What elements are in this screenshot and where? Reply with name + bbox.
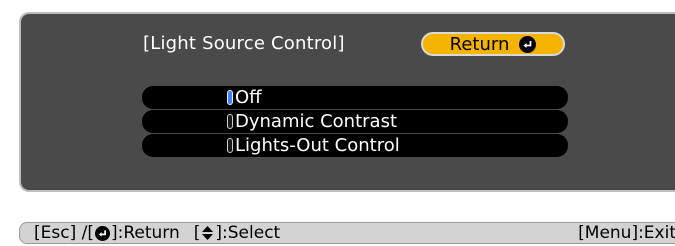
select-hint-open: [: [193, 223, 201, 243]
esc-hint-label: [Esc] /[: [34, 223, 94, 243]
return-hint-label: ]:Return: [110, 223, 180, 243]
return-button[interactable]: Return: [421, 32, 565, 56]
enter-icon: [94, 225, 110, 241]
option-label: Off: [235, 87, 262, 108]
menu-title: [Light Source Control]: [143, 33, 345, 54]
option-label: Dynamic Contrast: [235, 111, 398, 132]
up-down-arrows-icon: [201, 225, 214, 241]
radio-selected-icon: [227, 90, 233, 105]
status-bar-hints: [Esc] /[ ]:Return [ ]:Select: [34, 223, 280, 243]
exit-hint-label: [Menu]:Exit: [578, 223, 675, 243]
enter-icon: [519, 35, 537, 53]
select-hint-label: ]:Select: [215, 223, 281, 243]
radio-unselected-icon: [227, 114, 233, 129]
radio-unselected-icon: [227, 138, 233, 153]
option-bar-off[interactable]: [142, 86, 568, 109]
exit-hint: [Menu]:Exit: [578, 223, 675, 243]
option-off[interactable]: Off: [227, 86, 262, 109]
option-label: Lights-Out Control: [235, 135, 400, 156]
status-bar: [Esc] /[ ]:Return [ ]:Select [Menu]:Exit: [19, 222, 675, 244]
option-lights-out-control[interactable]: Lights-Out Control: [227, 134, 400, 157]
return-button-label: Return: [449, 33, 510, 55]
option-dynamic-contrast[interactable]: Dynamic Contrast: [227, 110, 397, 133]
